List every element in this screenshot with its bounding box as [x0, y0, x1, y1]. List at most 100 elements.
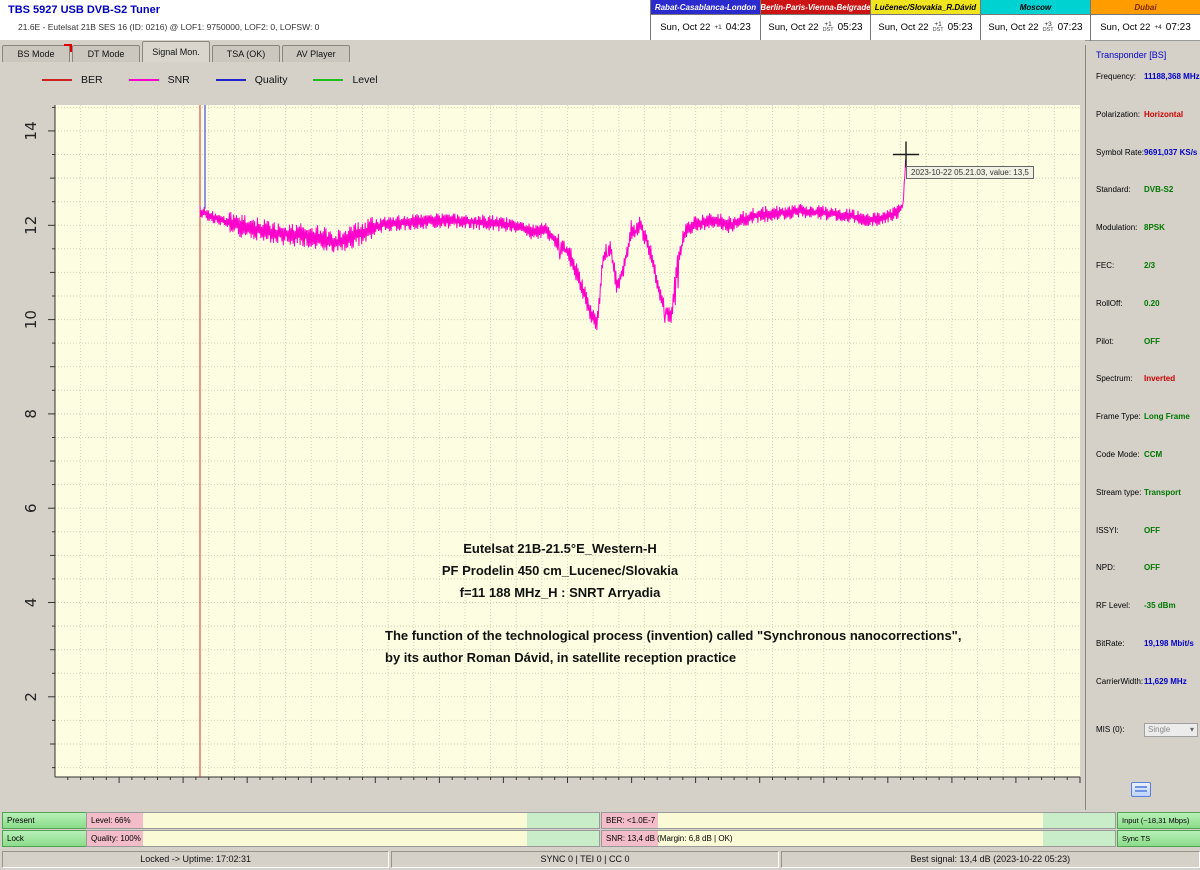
transponder-row: CarrierWidth:11,629 MHz: [1086, 677, 1200, 715]
bar-zone-mid: [143, 813, 527, 828]
transponder-label: Standard:: [1096, 185, 1144, 194]
clock-time: 07:23: [1058, 22, 1083, 33]
transponder-row: Stream type:Transport: [1086, 488, 1200, 526]
chart-tooltip: 2023-10-22 05.21.03, value: 13,5: [906, 166, 1034, 179]
legend-swatch: [216, 79, 246, 81]
dst-flag: DST: [1043, 28, 1054, 34]
tab-bs-mode[interactable]: BS Mode: [2, 45, 70, 62]
world-clocks: Rabat-Casablanca-London Sun, Oct 22 +1 0…: [650, 0, 1200, 41]
transponder-row: Pilot:OFF: [1086, 337, 1200, 375]
mis-row: MIS (0): Single ▾: [1086, 723, 1200, 737]
chart-annotation-left: The function of the technological proces…: [385, 625, 1085, 669]
transponder-row: Standard:DVB-S2: [1086, 185, 1200, 223]
transponder-value: 11188,368 MHz: [1144, 72, 1200, 81]
transponder-label: Modulation:: [1096, 223, 1144, 232]
clock-city-label: Rabat-Casablanca-London: [651, 0, 760, 15]
clock-date: Sun, Oct 22: [768, 22, 818, 33]
transponder-rows: Frequency:11188,368 MHzPolarization:Hori…: [1086, 72, 1200, 715]
transponder-label: NPD:: [1096, 563, 1144, 572]
clock-time: 05:23: [838, 22, 863, 33]
tuner-subtitle: 21.6E - Eutelsat 21B SES 16 (ID: 0216) @…: [18, 22, 319, 32]
transponder-value: 19,198 Mbit/s: [1144, 639, 1194, 648]
transponder-value: 0.20: [1144, 299, 1160, 308]
annotation-line: f=11 188 MHz_H : SNRT Arryadia: [260, 582, 860, 604]
snr-label: SNR: 13,4 dB (Margin: 6,8 dB | OK): [606, 831, 733, 846]
legend-swatch: [129, 79, 159, 81]
utc-offset: +1: [714, 25, 721, 31]
tray-icon[interactable]: [1131, 782, 1151, 797]
transponder-label: Frame Type:: [1096, 412, 1144, 421]
y-axis-labels: 2468101214: [22, 121, 40, 701]
sync-ts-indicator: Sync TS: [1117, 830, 1200, 847]
transponder-value: Transport: [1144, 488, 1181, 497]
quality-label: Quality: 100%: [91, 831, 141, 846]
transponder-value: OFF: [1144, 337, 1160, 346]
annotation-line: Eutelsat 21B-21.5°E_Western-H: [260, 538, 860, 560]
clock-date: Sun, Oct 22: [660, 22, 710, 33]
legend-swatch: [42, 79, 72, 81]
transponder-value: Inverted: [1144, 374, 1175, 383]
transponder-value: 2/3: [1144, 261, 1155, 270]
transponder-row: Symbol Rate:9691,037 KS/s: [1086, 148, 1200, 186]
mis-selected-value: Single: [1148, 725, 1170, 734]
clock-berlin: Berlin-Paris-Vienna-Belgrade Sun, Oct 22…: [760, 0, 870, 41]
level-label: Level: 66%: [91, 813, 131, 828]
svg-text:4: 4: [22, 598, 40, 608]
transponder-row: BitRate:19,198 Mbit/s: [1086, 639, 1200, 677]
legend-item-ber: BER: [42, 74, 103, 86]
transponder-row: Code Mode:CCM: [1086, 450, 1200, 488]
clock-date: Sun, Oct 22: [988, 22, 1038, 33]
transponder-sidebar: Transponder [BS] Frequency:11188,368 MHz…: [1085, 45, 1200, 810]
signal-monitor-panel: 2468101214 BERSNRQualityLevel Eutelsat 2…: [0, 62, 1085, 810]
clock-dubai: Dubai Sun, Oct 22 +4 07:23: [1090, 0, 1200, 41]
bar-zone-high: [527, 831, 599, 846]
svg-text:2: 2: [22, 692, 40, 702]
legend-item-level: Level: [313, 74, 377, 86]
transponder-row: Modulation:8PSK: [1086, 223, 1200, 261]
ber-bar: BER: <1.0E-7: [601, 812, 1116, 829]
transponder-row: NPD:OFF: [1086, 563, 1200, 601]
transponder-value: DVB-S2: [1144, 185, 1173, 194]
svg-text:8: 8: [22, 409, 40, 419]
tab-dt-mode[interactable]: DT Mode: [72, 45, 140, 62]
bar-zone-mid: [658, 813, 1043, 828]
ber-label: BER: <1.0E-7: [606, 813, 655, 828]
tab-tsa[interactable]: TSA (OK): [212, 45, 280, 62]
transponder-row: FEC:2/3: [1086, 261, 1200, 299]
clock-time: 05:23: [948, 22, 973, 33]
clock-date: Sun, Oct 22: [1100, 22, 1150, 33]
transponder-label: Code Mode:: [1096, 450, 1144, 459]
chart-legend: BER SNR Quality Level: [42, 74, 378, 86]
legend-label: SNR: [168, 74, 190, 86]
tab-signal-mon[interactable]: Signal Mon.: [142, 41, 210, 62]
transponder-value: OFF: [1144, 563, 1160, 572]
transponder-value: Horizontal: [1144, 110, 1183, 119]
clock-lucenec: Lučenec/Slovakia_R.Dávid Sun, Oct 22 +1D…: [870, 0, 980, 41]
clock-city-label: Moscow: [981, 0, 1090, 15]
tab-av-player[interactable]: AV Player: [282, 45, 350, 62]
legend-label: Level: [352, 74, 377, 86]
annotation-line: by its author Roman Dávid, in satellite …: [385, 647, 1085, 669]
legend-item-quality: Quality: [216, 74, 288, 86]
bar-zone-high: [1043, 813, 1115, 828]
transponder-label: FEC:: [1096, 261, 1144, 270]
chevron-down-icon: ▾: [1190, 725, 1194, 734]
clock-date: Sun, Oct 22: [878, 22, 928, 33]
transponder-value: Long Frame: [1144, 412, 1190, 421]
app-title: TBS 5927 USB DVB-S2 Tuner: [8, 4, 160, 16]
transponder-label: CarrierWidth:: [1096, 677, 1144, 686]
uptime-status: Locked -> Uptime: 17:02:31: [2, 851, 389, 868]
svg-text:10: 10: [22, 310, 40, 329]
transponder-value: 11,629 MHz: [1144, 677, 1187, 686]
transponder-label: Polarization:: [1096, 110, 1144, 119]
annotation-line: The function of the technological proces…: [385, 625, 1085, 647]
clock-moscow: Moscow Sun, Oct 22 +3DST 07:23: [980, 0, 1090, 41]
clock-city-label: Lučenec/Slovakia_R.Dávid: [871, 0, 980, 15]
svg-text:6: 6: [22, 503, 40, 513]
clock-time: 07:23: [1166, 22, 1191, 33]
transponder-label: Spectrum:: [1096, 374, 1144, 383]
transponder-row: RF Level:-35 dBm: [1086, 601, 1200, 639]
dst-flag: DST: [933, 28, 944, 34]
transponder-row: Polarization:Horizontal: [1086, 110, 1200, 148]
mis-dropdown[interactable]: Single ▾: [1144, 723, 1198, 737]
